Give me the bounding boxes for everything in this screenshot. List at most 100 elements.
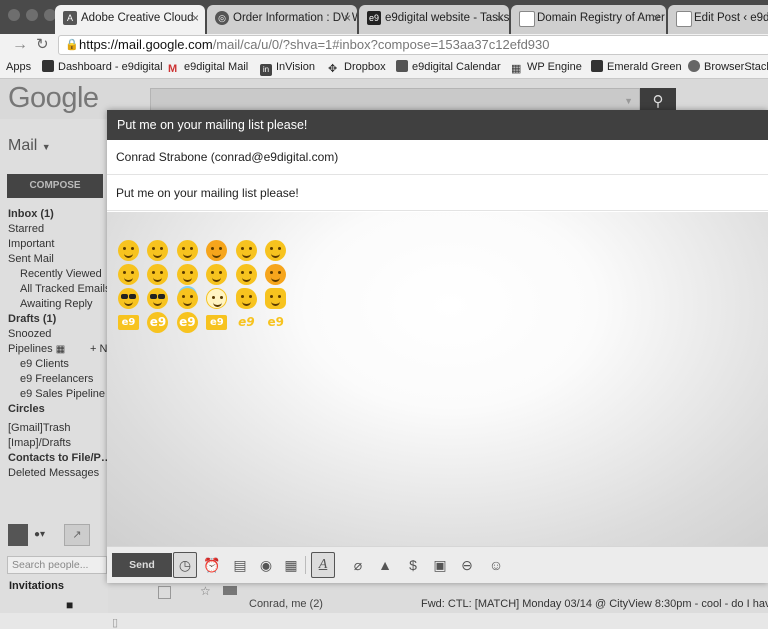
nav-e9-clients[interactable]: e9 Clients (20, 357, 69, 372)
back-arrow-icon[interactable]: → (12, 36, 28, 54)
important-marker-icon[interactable] (223, 586, 237, 595)
dragon-emoji-icon[interactable] (265, 288, 287, 309)
nav-e9-freelancers[interactable]: e9 Freelancers (20, 372, 93, 387)
grin-emoji-icon[interactable] (176, 240, 198, 261)
attach-icon[interactable]: ⌀ (348, 555, 368, 575)
minimize-window-dot[interactable] (26, 9, 38, 21)
big-grin-emoji-icon[interactable] (265, 240, 287, 261)
resize-handle-icon[interactable]: ▯ (112, 616, 118, 629)
relieved-emoji-icon[interactable] (235, 264, 257, 285)
dollar-icon[interactable]: $ (403, 555, 423, 575)
close-window-dot[interactable] (8, 9, 20, 21)
nav-drafts[interactable]: Drafts (1) (8, 312, 56, 327)
subject-field[interactable]: Put me on your mailing list please! (107, 176, 768, 211)
to-recipient[interactable]: Conrad Strabone (conrad@e9digital.com) (116, 150, 338, 164)
e9-italic-emoji-icon[interactable]: e9 (236, 312, 257, 333)
row-checkbox[interactable] (158, 586, 171, 599)
nav-e9-sales-pipeline[interactable]: e9 Sales Pipeline (20, 387, 105, 402)
compose-button[interactable]: COMPOSE (7, 174, 103, 198)
alarm-clock-icon[interactable]: ⏰ (202, 555, 222, 575)
grimace-emoji-icon[interactable] (235, 240, 257, 261)
hangouts-call-icon[interactable]: ↗ (64, 524, 90, 546)
browser-tab-edit-post[interactable]: Edit Post ‹ e9digit (668, 5, 768, 34)
kiss-emoji-icon[interactable] (176, 264, 198, 285)
row-subject: Fwd: CTL: [MATCH] Monday 03/14 @ CityVie… (421, 598, 768, 610)
nav-important[interactable]: Important (8, 237, 54, 252)
timer-icon[interactable]: ◷ (173, 552, 197, 578)
eye-icon[interactable]: ◉ (256, 555, 276, 575)
bookmark-e9digital-calendar[interactable]: e9digital Calendar (396, 59, 501, 75)
nav-inbox[interactable]: Inbox (1) (8, 207, 54, 222)
bookmark-invision[interactable]: in InVision (260, 59, 315, 76)
nav-contacts-to-file[interactable]: Contacts to File/P… (8, 451, 108, 466)
drive-icon[interactable]: ▲ (375, 555, 395, 575)
nav-all-tracked-emails[interactable]: All Tracked Emails (20, 282, 108, 297)
bookmark-emerald-green[interactable]: Emerald Green (591, 59, 682, 75)
avatar[interactable] (8, 524, 28, 546)
close-tab-icon[interactable]: × (344, 5, 351, 31)
wink-tongue-emoji-icon[interactable] (147, 264, 169, 285)
status-dot-icon[interactable]: ●▾ (34, 529, 45, 540)
smirk-emoji-icon[interactable] (206, 240, 228, 261)
nav-awaiting-reply[interactable]: Awaiting Reply (20, 297, 93, 312)
bookmark-dashboard[interactable]: Dashboard - e9digital (42, 59, 163, 75)
compose-title-bar[interactable]: Put me on your mailing list please! (107, 110, 768, 140)
close-tab-icon[interactable]: × (192, 5, 199, 31)
e9-box-2-emoji-icon[interactable]: e9 (206, 312, 228, 333)
notes-icon[interactable]: ▦ (281, 555, 301, 575)
e9-box-emoji-icon[interactable]: e9 (118, 312, 139, 333)
browser-tab-order-information[interactable]: ◎ Order Information : DV W × (207, 5, 357, 34)
nav-sent-mail[interactable]: Sent Mail (8, 252, 54, 267)
reload-icon[interactable]: ↻ (36, 36, 49, 54)
link-icon[interactable]: ⊖ (457, 555, 477, 575)
bookmark-wp-engine[interactable]: ▦ WP Engine (511, 59, 582, 75)
nav-gmail-trash[interactable]: [Gmail]Trash (8, 421, 71, 436)
e9-circle-emoji-icon[interactable]: e9 (176, 312, 198, 333)
send-button[interactable]: Send (112, 553, 172, 577)
smirk-wink-emoji-icon[interactable] (206, 264, 228, 285)
nav-circles[interactable]: Circles (8, 402, 45, 417)
star-icon[interactable]: ☆ (200, 584, 211, 598)
thinking-emoji-icon[interactable] (118, 264, 139, 285)
nav-deleted-messages[interactable]: Deleted Messages (8, 466, 99, 481)
close-tab-icon[interactable]: × (496, 5, 503, 31)
add-pipeline-button[interactable]: + N (90, 342, 107, 357)
mail-menu[interactable]: Mail ▼ (8, 137, 51, 155)
row-sender: Conrad, me (2) (249, 598, 323, 610)
smile-emoji-icon[interactable] (118, 240, 139, 261)
photo-icon[interactable]: ▣ (430, 555, 450, 575)
search-options-caret-icon[interactable]: ▼ (624, 96, 633, 106)
to-field[interactable]: Conrad Strabone (conrad@e9digital.com) (107, 140, 768, 175)
calendar-icon (396, 60, 408, 72)
nav-imap-drafts[interactable]: [Imap]/Drafts (8, 436, 71, 451)
chat-icon[interactable]: ■ (66, 598, 73, 612)
browser-tab-domain-registry[interactable]: Domain Registry of Amer × (511, 5, 666, 34)
template-icon[interactable]: ▤ (230, 555, 250, 575)
format-text-icon[interactable]: A (311, 552, 335, 578)
bookmark-browserstack[interactable]: BrowserStack (688, 59, 768, 75)
nav-recently-viewed[interactable]: Recently Viewed (20, 267, 102, 282)
bee-emoji-icon[interactable] (235, 288, 257, 309)
e9-outline-emoji-icon[interactable]: e9 (265, 312, 286, 333)
message-body[interactable]: e9 e9 e9 e9 e9 e9 ▯ (107, 212, 768, 629)
bookmark-e9digital-mail[interactable]: Me9digital Mail (168, 59, 248, 75)
nerd-emoji-icon[interactable] (147, 288, 169, 309)
kiss-heart-emoji-icon[interactable] (265, 264, 287, 285)
bookmark-apps[interactable]: Apps (6, 59, 31, 75)
bookmark-dropbox[interactable]: ✥ Dropbox (328, 59, 386, 75)
baby-chick-emoji-icon[interactable] (206, 288, 228, 309)
nav-snoozed[interactable]: Snoozed (8, 327, 51, 342)
address-bar[interactable]: 🔒 https://mail.google.com/mail/ca/u/0/?s… (58, 35, 768, 55)
emoji-icon[interactable]: ☺ (486, 555, 506, 575)
e9-circle-box-emoji-icon[interactable]: e9 (147, 312, 169, 333)
halo-emoji-icon[interactable] (176, 288, 198, 309)
search-people-input[interactable]: Search people... (7, 556, 107, 574)
nav-starred[interactable]: Starred (8, 222, 44, 237)
nav-pipelines[interactable]: Pipelines ▦ (8, 342, 65, 357)
close-tab-icon[interactable]: × (653, 5, 660, 31)
sunglasses-emoji-icon[interactable] (118, 288, 139, 309)
slight-smile-emoji-icon[interactable] (147, 240, 169, 261)
google-logo[interactable]: Google (8, 82, 99, 115)
browser-tab-adobe[interactable]: A Adobe Creative Cloud × (55, 5, 205, 34)
browser-tab-e9digital-tasks[interactable]: e9 e9digital website - Tasks × (359, 5, 509, 34)
